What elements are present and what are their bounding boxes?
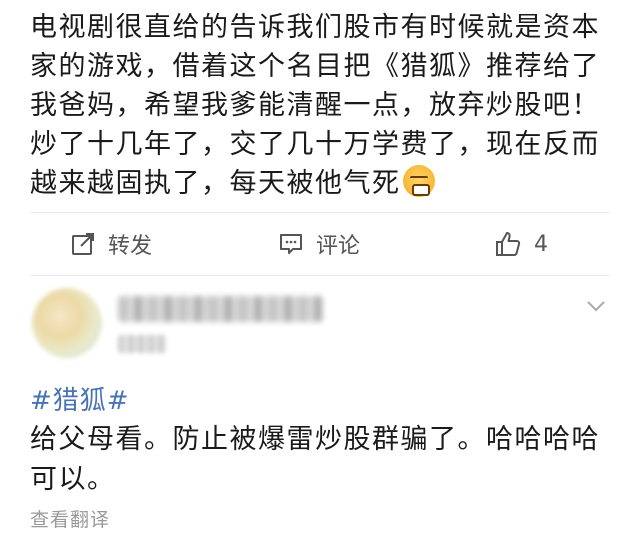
comment-button[interactable]: 评论: [278, 213, 360, 275]
like-button[interactable]: 4: [494, 213, 548, 275]
thumbs-up-icon: [496, 232, 521, 256]
share-label: 转发: [108, 234, 153, 259]
furious-face-emoji-icon: [402, 165, 435, 197]
comment-icon: [280, 234, 302, 254]
blurred-comment-meta: [118, 335, 166, 353]
hashtag-link[interactable]: #猎狐#: [30, 380, 130, 417]
comment-text: 给父母看。防止被爆雷炒股群骗了。哈哈哈哈可以。: [30, 424, 600, 495]
post-action-bar: 转发 评论 4: [0, 213, 640, 275]
view-translation-link[interactable]: 查看翻译: [30, 505, 110, 532]
share-button[interactable]: 转发: [70, 213, 152, 275]
share-icon: [72, 233, 94, 255]
comment-divider: [30, 275, 610, 276]
comment-label: 评论: [316, 234, 361, 259]
chevron-down-icon[interactable]: [583, 296, 609, 316]
post-text-block: 电视剧很直给的告诉我们股市有时候就是资本家的游戏，借着这个名目把《猎狐》推荐给了…: [30, 8, 620, 203]
blurred-username[interactable]: [118, 296, 323, 322]
post-body: 电视剧很直给的告诉我们股市有时候就是资本家的游戏，借着这个名目把《猎狐》推荐给了…: [30, 12, 600, 199]
like-count: 4: [534, 231, 548, 257]
avatar[interactable]: [32, 288, 102, 358]
